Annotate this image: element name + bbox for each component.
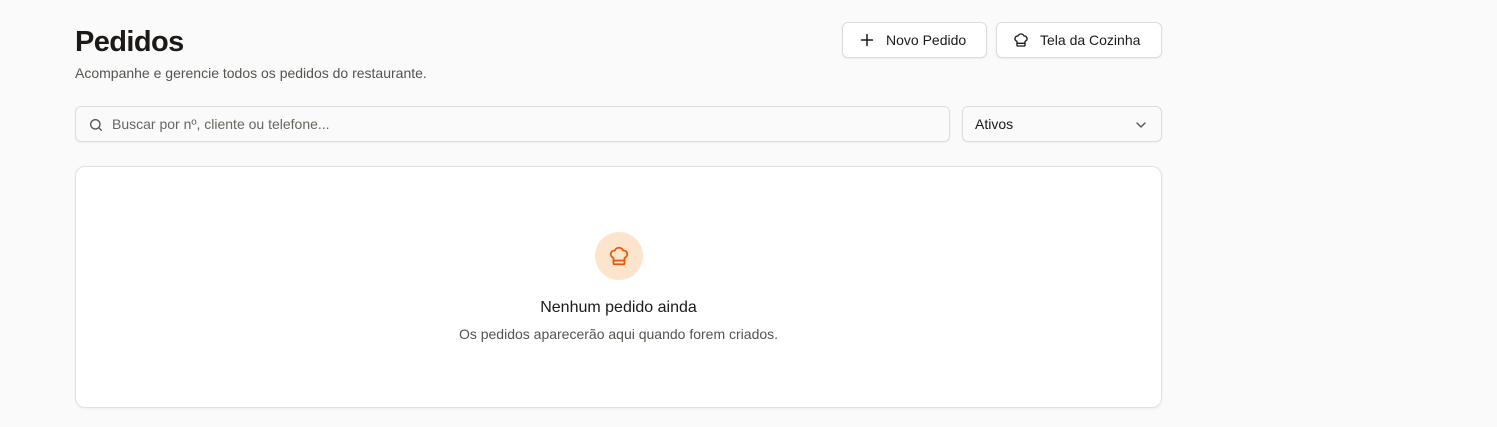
plus-icon <box>859 32 875 48</box>
chevron-down-icon <box>1133 117 1149 133</box>
kitchen-screen-button[interactable]: Tela da Cozinha <box>996 22 1162 58</box>
empty-state-icon-badge <box>595 232 643 280</box>
search-icon <box>88 117 104 133</box>
chef-hat-icon <box>608 245 630 267</box>
status-filter-value: Ativos <box>975 116 1014 132</box>
orders-page: Pedidos Acompanhe e gerencie todos os pe… <box>0 0 1497 427</box>
chef-hat-icon <box>1013 32 1029 48</box>
empty-state-title: Nenhum pedido ainda <box>540 299 697 316</box>
page-subtitle: Acompanhe e gerencie todos os pedidos do… <box>75 65 427 81</box>
search-input[interactable] <box>112 107 932 141</box>
search-box <box>75 106 950 142</box>
status-filter-select[interactable]: Ativos <box>962 106 1162 142</box>
header-actions: Novo Pedido Tela da Cozinha <box>842 22 1162 58</box>
new-order-button[interactable]: Novo Pedido <box>842 22 987 58</box>
filters-row: Ativos <box>75 106 1162 142</box>
kitchen-screen-label: Tela da Cozinha <box>1040 32 1141 48</box>
orders-empty-card: Nenhum pedido ainda Os pedidos aparecerã… <box>75 166 1162 408</box>
page-title: Pedidos <box>75 26 184 58</box>
page-header: Pedidos Acompanhe e gerencie todos os pe… <box>75 22 1162 82</box>
new-order-label: Novo Pedido <box>886 32 967 48</box>
empty-state-description: Os pedidos aparecerão aqui quando forem … <box>458 326 779 342</box>
